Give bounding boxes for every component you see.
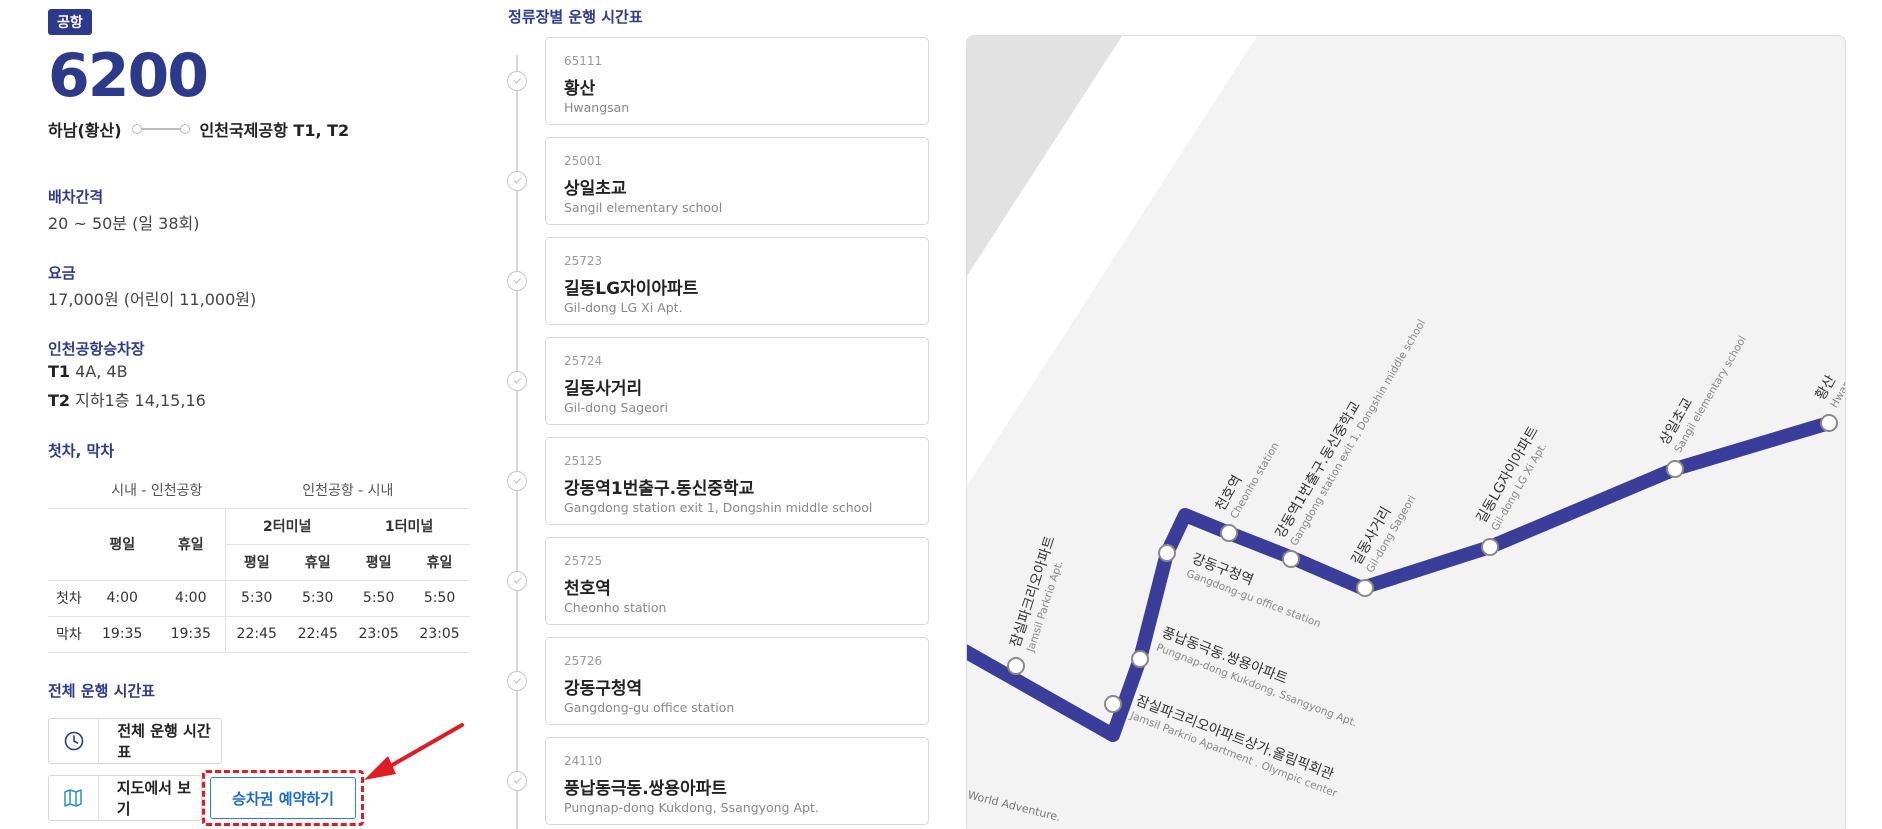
fare-value: 17,000원 (어린이 11,000원) bbox=[48, 290, 257, 309]
route-info-panel: 공항 6200 하남(황산) 인천국제공항 T1, T2 배차간격 20 ~ 5… bbox=[48, 0, 478, 829]
map-label-ko: 강동역1번출구.동신중학교 bbox=[1273, 399, 1364, 541]
t1-label: T1 bbox=[48, 362, 71, 381]
map-label-en: Jamsil Parkrio Apartment . Olympic cente… bbox=[1128, 709, 1340, 800]
chevron-down-icon[interactable] bbox=[507, 771, 527, 791]
route-endpoints: 하남(황산) 인천국제공항 T1, T2 bbox=[48, 117, 349, 141]
holiday-header: 휴일 bbox=[156, 508, 226, 581]
t2-value: 지하1층 14,15,16 bbox=[70, 391, 206, 410]
firstlast-title: 첫차, 막차 bbox=[48, 442, 115, 460]
stop-card[interactable]: 25723 길동LG자이아파트 Gil-dong LG Xi Apt. bbox=[545, 237, 929, 325]
weekday-header: 평일 bbox=[88, 508, 157, 581]
t1-weekday-header: 평일 bbox=[348, 544, 410, 581]
map-stop-marker bbox=[1481, 538, 1499, 556]
route-line bbox=[967, 416, 1836, 742]
t2-weekday-header: 평일 bbox=[225, 544, 288, 581]
map-stop-marker bbox=[1220, 524, 1238, 542]
map-stop-marker bbox=[1007, 657, 1025, 675]
view-map-button[interactable]: 지도에서 보기 bbox=[48, 775, 202, 821]
route-number: 6200 bbox=[48, 41, 209, 111]
interval-value: 20 ~ 50분 (일 38회) bbox=[48, 214, 200, 233]
chevron-down-icon[interactable] bbox=[507, 71, 527, 91]
map-stop-marker bbox=[1104, 695, 1122, 713]
map-stop-marker bbox=[1356, 579, 1374, 597]
t2-label: T2 bbox=[48, 391, 71, 410]
first-last-timetable: 시내 - 인천공항 인천공항 - 시내 평일 휴일 2터미널 1터미널 평일 휴… bbox=[48, 472, 470, 653]
t2-holiday-header: 휴일 bbox=[287, 544, 349, 581]
map-stop-marker bbox=[1666, 460, 1684, 478]
view-map-button-label: 지도에서 보기 bbox=[116, 779, 192, 818]
reserve-ticket-button[interactable]: 승차권 예약하기 bbox=[210, 777, 356, 819]
map-stop-marker bbox=[1158, 544, 1176, 562]
clock-icon bbox=[49, 718, 100, 764]
annotation-arrow-icon bbox=[364, 723, 464, 780]
route-origin: 하남(황산) bbox=[48, 121, 122, 140]
chevron-down-icon[interactable] bbox=[507, 171, 527, 191]
map-corner-text: World Adventure. bbox=[967, 788, 1062, 824]
stop-card[interactable]: 25724 길동사거리 Gil-dong Sageori bbox=[545, 337, 929, 425]
stop-card[interactable]: 25125 강동역1번출구.동신중학교 Gangdong station exi… bbox=[545, 437, 929, 525]
boarding-t1: T1 4A, 4B bbox=[48, 362, 128, 381]
chevron-down-icon[interactable] bbox=[507, 671, 527, 691]
boarding-title: 인천공항승차장 bbox=[48, 340, 145, 358]
boarding-t2: T2 지하1층 14,15,16 bbox=[48, 387, 206, 411]
route-map[interactable]: 황산 Hwangsan 상일초교 Sangil elementary schoo… bbox=[966, 35, 1846, 829]
chevron-down-icon[interactable] bbox=[507, 571, 527, 591]
t1-holiday-header: 휴일 bbox=[409, 544, 470, 581]
chevron-down-icon[interactable] bbox=[507, 471, 527, 491]
full-timetable-button[interactable]: 전체 운행 시간표 bbox=[48, 718, 222, 764]
map-label-en: Sangil elementary school bbox=[1672, 334, 1749, 455]
table-row: 첫차 4:00 4:00 5:30 5:30 5:50 5:50 bbox=[48, 580, 470, 617]
group-airport-header: 인천공항 - 시내 bbox=[225, 472, 470, 509]
terminal1-header: 1터미널 bbox=[348, 508, 470, 545]
stop-card[interactable]: 25725 천호역 Cheonho station bbox=[545, 537, 929, 625]
map-stop-marker bbox=[1131, 650, 1149, 668]
chevron-down-icon[interactable] bbox=[507, 271, 527, 291]
t1-value: 4A, 4B bbox=[70, 362, 128, 381]
airport-badge: 공항 bbox=[48, 9, 92, 35]
terminal2-header: 2터미널 bbox=[225, 508, 349, 545]
group-city-header: 시내 - 인천공항 bbox=[88, 472, 226, 509]
map-stop-marker bbox=[1282, 550, 1300, 568]
stop-card[interactable]: 25001 상일초교 Sangil elementary school bbox=[545, 137, 929, 225]
stops-section-title: 정류장별 운행 시간표 bbox=[508, 8, 643, 26]
route-connector-icon bbox=[131, 124, 190, 134]
full-timetable-title: 전체 운행 시간표 bbox=[48, 682, 156, 700]
map-icon bbox=[49, 775, 99, 821]
stop-card[interactable]: 65111 황산 Hwangsan bbox=[545, 37, 929, 125]
table-row: 막차 19:35 19:35 22:45 22:45 23:05 23:05 bbox=[48, 616, 470, 653]
route-map-canvas: 황산 Hwangsan 상일초교 Sangil elementary schoo… bbox=[967, 36, 1845, 824]
interval-title: 배차간격 bbox=[48, 188, 104, 206]
fare-title: 요금 bbox=[48, 264, 76, 282]
stop-card[interactable]: 25726 강동구청역 Gangdong-gu office station bbox=[545, 637, 929, 725]
map-stop-marker bbox=[1820, 414, 1838, 432]
route-destination: 인천국제공항 T1, T2 bbox=[199, 121, 350, 140]
full-timetable-button-label: 전체 운행 시간표 bbox=[117, 722, 211, 761]
chevron-down-icon[interactable] bbox=[507, 371, 527, 391]
stop-card[interactable]: 24110 풍납동극동.쌍용아파트 Pungnap-dong Kukdong, … bbox=[545, 737, 929, 825]
